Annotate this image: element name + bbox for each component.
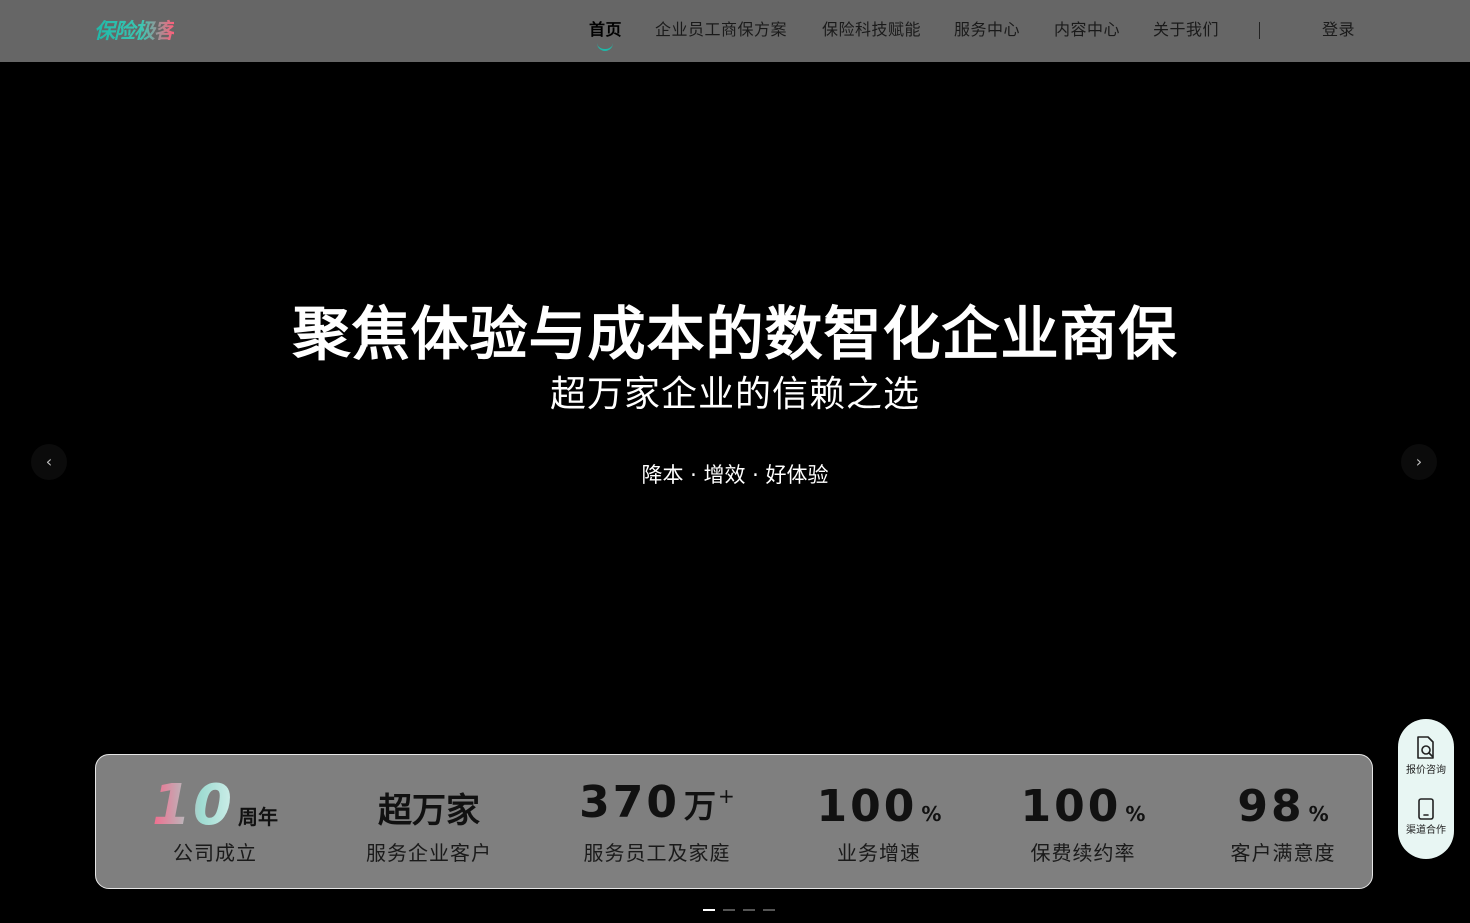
carousel-dot-1[interactable] bbox=[703, 909, 715, 911]
stat-value: 100% bbox=[980, 781, 1186, 841]
nav-item-service-center[interactable]: 服务中心 bbox=[954, 19, 1020, 41]
channel-cooperation-label: 渠道合作 bbox=[1406, 825, 1446, 836]
stat-satisfaction: 98% 客户满意度 bbox=[1183, 755, 1383, 890]
hero-tagline: 降本 · 增效 · 好体验 bbox=[641, 463, 829, 487]
floating-contact-widget: 报价咨询 渠道合作 bbox=[1398, 719, 1454, 859]
stat-unit: 万 bbox=[684, 787, 717, 825]
nav-item-insurtech[interactable]: 保险科技赋能 bbox=[822, 19, 921, 41]
channel-cooperation-button[interactable]: 渠道合作 bbox=[1398, 797, 1454, 857]
nav-item-content-center[interactable]: 内容中心 bbox=[1054, 19, 1120, 41]
quote-consult-label: 报价咨询 bbox=[1406, 765, 1446, 776]
stat-label: 公司成立 bbox=[173, 841, 257, 865]
chevron-left-icon: ‹ bbox=[45, 452, 53, 471]
nav-item-home[interactable]: 首页 bbox=[589, 19, 622, 41]
stat-renewal-rate: 100% 保费续约率 bbox=[980, 755, 1186, 890]
hero-title: 聚焦体验与成本的数智化企业商保 bbox=[292, 300, 1178, 368]
stat-label: 服务员工及家庭 bbox=[583, 841, 731, 865]
phone-icon bbox=[1398, 797, 1454, 821]
hero-subtitle: 超万家企业的信赖之选 bbox=[549, 374, 920, 415]
carousel-prev-button[interactable]: ‹ bbox=[31, 444, 67, 480]
chevron-right-icon: › bbox=[1415, 452, 1423, 471]
carousel-dot-4[interactable] bbox=[763, 909, 775, 911]
stat-suffix: + bbox=[718, 784, 735, 808]
stat-unit: % bbox=[1308, 802, 1329, 826]
stat-label: 保费续约率 bbox=[1030, 841, 1136, 865]
stat-number: 10 bbox=[152, 773, 234, 838]
stat-unit: 周年 bbox=[237, 805, 278, 829]
login-link[interactable]: 登录 bbox=[1322, 19, 1355, 41]
stats-panel: 10 周年 公司成立 超万家 服务企业客户 370 万 + 服务员工及家庭 100% … bbox=[95, 754, 1373, 889]
quote-consult-button[interactable]: 报价咨询 bbox=[1398, 735, 1454, 795]
stat-growth: 100% 业务增速 bbox=[776, 755, 982, 890]
stat-value: 超万家 bbox=[329, 783, 529, 843]
stat-number: 98 bbox=[1237, 781, 1305, 832]
stat-value: 370 万 + bbox=[546, 777, 768, 837]
carousel-dot-2[interactable] bbox=[723, 909, 735, 911]
stat-number: 100 bbox=[1020, 781, 1122, 832]
stat-employees-served: 370 万 + 服务员工及家庭 bbox=[546, 755, 768, 890]
stat-enterprise-clients: 超万家 服务企业客户 bbox=[329, 755, 529, 890]
stat-label: 客户满意度 bbox=[1230, 841, 1336, 865]
stat-number: 100 bbox=[816, 781, 918, 832]
stat-value: 98% bbox=[1183, 781, 1383, 841]
nav-active-indicator bbox=[597, 43, 613, 51]
stat-number: 超万家 bbox=[378, 791, 480, 831]
stat-founded: 10 周年 公司成立 bbox=[116, 755, 314, 890]
stat-value: 10 周年 bbox=[116, 773, 314, 838]
stat-unit: % bbox=[921, 802, 942, 826]
stat-value: 100% bbox=[776, 781, 982, 841]
stat-number: 370 bbox=[579, 777, 681, 828]
document-search-icon bbox=[1398, 735, 1454, 761]
stat-label: 服务企业客户 bbox=[366, 841, 492, 865]
nav-item-solutions[interactable]: 企业员工商保方案 bbox=[655, 19, 787, 41]
carousel-dot-3[interactable] bbox=[743, 909, 755, 911]
stat-label: 业务增速 bbox=[837, 841, 921, 865]
nav-item-about[interactable]: 关于我们 bbox=[1153, 19, 1219, 41]
top-header: 保险极客 首页 企业员工商保方案 保险科技赋能 服务中心 内容中心 关于我们 登… bbox=[0, 0, 1470, 62]
stat-unit: % bbox=[1125, 802, 1146, 826]
carousel-next-button[interactable]: › bbox=[1401, 444, 1437, 480]
nav-divider bbox=[1259, 22, 1260, 39]
main-nav: 首页 企业员工商保方案 保险科技赋能 服务中心 内容中心 关于我们 登录 bbox=[0, 0, 1470, 62]
